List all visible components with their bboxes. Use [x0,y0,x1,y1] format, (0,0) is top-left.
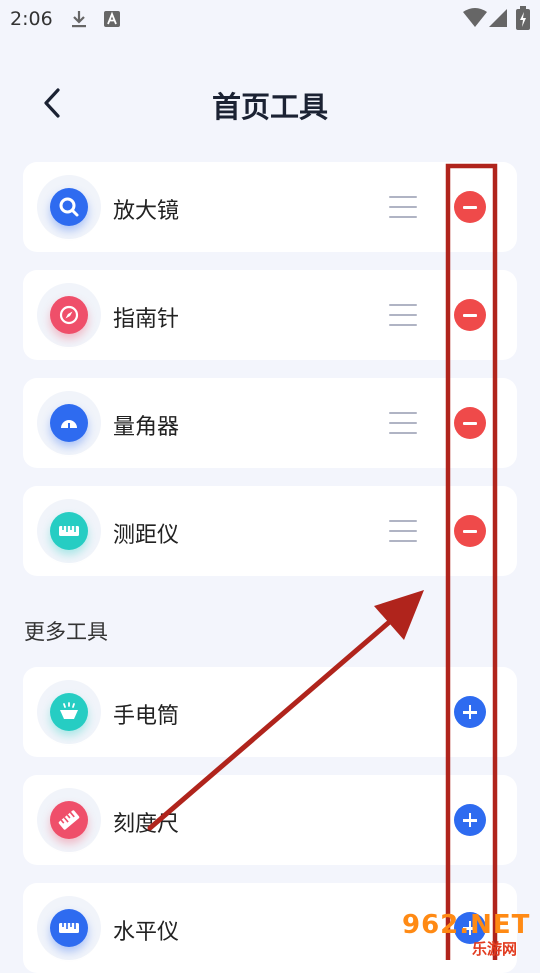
minus-icon [463,530,477,533]
drag-handle[interactable] [389,519,417,543]
add-button[interactable] [454,696,486,728]
tool-label: 手电筒 [113,704,180,729]
minus-icon [463,314,477,317]
home-tool-card-magnifier[interactable]: 放大镜 [23,162,517,252]
tool-icon-wrap [37,680,101,744]
minus-icon [463,206,477,209]
drag-handle[interactable] [389,195,417,219]
drag-handle[interactable] [389,411,417,435]
remove-button[interactable] [454,407,486,439]
flashlight-icon [50,693,88,731]
status-bar: 2:06 [0,0,540,38]
home-tool-card-rangefinder[interactable]: 测距仪 [23,486,517,576]
tool-label: 指南针 [113,307,180,332]
minus-icon [463,422,477,425]
watermark-logo: 962.NET 乐游网 [396,910,536,958]
tool-icon-wrap [37,283,101,347]
tool-icon-wrap [37,788,101,852]
annotation-arrow-head [374,590,424,640]
tool-label: 水平仪 [113,920,180,945]
home-tool-card-compass[interactable]: 指南针 [23,270,517,360]
wifi-icon [463,8,487,27]
more-tool-card-flashlight[interactable]: 手电筒 [23,667,517,757]
compass-icon [50,296,88,334]
level-icon [50,909,88,947]
download-icon [72,11,86,28]
tool-label: 放大镜 [113,199,180,224]
battery-icon [516,6,530,30]
scale-ruler-icon [50,801,88,839]
tool-label: 量角器 [113,415,180,440]
home-tool-card-protractor[interactable]: 量角器 [23,378,517,468]
watermark-sub: 乐游网 [472,940,518,958]
tool-icon-wrap [37,175,101,239]
tool-label: 测距仪 [113,523,180,548]
signal-icon [489,9,507,27]
tool-label: 刻度尺 [113,812,180,837]
protractor-icon [50,404,88,442]
remove-button[interactable] [454,515,486,547]
ruler-icon [50,512,88,550]
section-title-more-tools: 更多工具 [24,620,108,644]
watermark-main: 962.NET [402,910,531,940]
remove-button[interactable] [454,191,486,223]
text-a-icon [104,11,120,27]
magnifier-icon [50,188,88,226]
status-time: 2:06 [10,8,53,30]
page-title: 首页工具 [211,90,328,124]
remove-button[interactable] [454,299,486,331]
tool-icon-wrap [37,499,101,563]
tool-icon-wrap [37,896,101,960]
drag-handle[interactable] [389,303,417,327]
more-tool-card-scale-ruler[interactable]: 刻度尺 [23,775,517,865]
add-button[interactable] [454,804,486,836]
tool-icon-wrap [37,391,101,455]
